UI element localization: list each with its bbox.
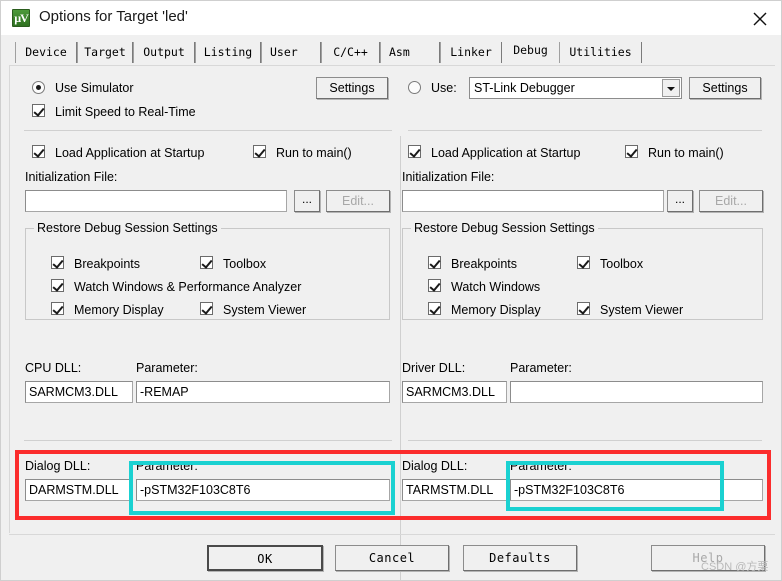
- left-restore-watch-windows-checkbox[interactable]: [51, 279, 64, 292]
- right-restore-watch-windows-label: Watch Windows: [451, 280, 541, 294]
- cpu-parameter-input[interactable]: -REMAP: [136, 381, 390, 403]
- right-restore-session-title: Restore Debug Session Settings: [411, 221, 598, 235]
- right-edit-button[interactable]: Edit...: [699, 190, 763, 212]
- right-dialog-dll-label: Dialog DLL:: [402, 459, 468, 473]
- limit-speed-checkbox[interactable]: [32, 104, 45, 117]
- right-run-to-main-checkbox[interactable]: [625, 145, 638, 158]
- debugger-select[interactable]: ST-Link Debugger: [469, 77, 682, 99]
- left-load-application-label: Load Application at Startup: [55, 146, 205, 160]
- left-dialog-dll-label: Dialog DLL:: [25, 459, 91, 473]
- footer-separator: [9, 534, 775, 535]
- right-browse-button[interactable]: ...: [667, 190, 693, 212]
- right-restore-memory-display-label: Memory Display: [451, 303, 541, 317]
- right-restore-memory-display-checkbox[interactable]: [428, 302, 441, 315]
- left-init-file-label: Initialization File:: [25, 170, 118, 184]
- use-debugger-label: Use:: [431, 81, 457, 95]
- left-separator: [24, 130, 392, 131]
- right-separator: [408, 130, 762, 131]
- right-restore-breakpoints-checkbox[interactable]: [428, 256, 441, 269]
- cpu-dll-label: CPU DLL:: [25, 361, 82, 375]
- right-restore-toolbox-checkbox[interactable]: [577, 256, 590, 269]
- csdn-watermark: CSDN @方栗: [701, 561, 769, 573]
- title-bar: µV Options for Target 'led': [1, 1, 781, 36]
- left-settings-button[interactable]: Settings: [316, 77, 388, 99]
- chevron-down-icon[interactable]: [662, 79, 680, 97]
- left-restore-system-viewer-checkbox[interactable]: [200, 302, 213, 315]
- limit-speed-label: Limit Speed to Real-Time: [55, 105, 196, 119]
- tab-output[interactable]: Output: [133, 42, 195, 63]
- right-separator-2: [408, 440, 762, 441]
- driver-dll-input[interactable]: SARMCM3.DLL: [402, 381, 507, 403]
- right-restore-system-viewer-label: System Viewer: [600, 303, 684, 317]
- driver-parameter-input[interactable]: [510, 381, 763, 403]
- right-init-file-input[interactable]: [402, 190, 664, 212]
- tab-user[interactable]: User: [261, 42, 321, 63]
- left-restore-system-viewer-label: System Viewer: [223, 303, 307, 317]
- left-edit-button[interactable]: Edit...: [326, 190, 390, 212]
- cancel-button[interactable]: Cancel: [335, 545, 449, 571]
- right-init-file-label: Initialization File:: [402, 170, 495, 184]
- close-icon: [753, 12, 767, 26]
- left-run-to-main-label: Run to main(): [276, 146, 352, 160]
- left-dialog-parameter-input[interactable]: -pSTM32F103C8T6: [136, 479, 390, 501]
- left-browse-button[interactable]: ...: [294, 190, 320, 212]
- left-init-file-input[interactable]: [25, 190, 287, 212]
- debug-tab-panel: Use Simulator Settings Limit Speed to Re…: [9, 65, 775, 580]
- left-restore-watch-windows-label: Watch Windows & Performance Analyzer: [74, 280, 302, 294]
- left-load-application-checkbox[interactable]: [32, 145, 45, 158]
- right-dialog-parameter-input[interactable]: -pSTM32F103C8T6: [510, 479, 763, 501]
- use-simulator-radio[interactable]: [32, 81, 45, 94]
- right-restore-breakpoints-label: Breakpoints: [451, 257, 518, 271]
- left-restore-memory-display-checkbox[interactable]: [51, 302, 64, 315]
- right-settings-button[interactable]: Settings: [689, 77, 761, 99]
- left-restore-breakpoints-checkbox[interactable]: [51, 256, 64, 269]
- left-restore-memory-display-label: Memory Display: [74, 303, 164, 317]
- tab-cpp[interactable]: C/C++: [321, 42, 380, 63]
- tab-target[interactable]: Target: [77, 42, 133, 63]
- use-debugger-radio[interactable]: [408, 81, 421, 94]
- right-restore-watch-windows-checkbox[interactable]: [428, 279, 441, 292]
- left-restore-breakpoints-label: Breakpoints: [74, 257, 141, 271]
- driver-dll-label: Driver DLL:: [402, 361, 466, 375]
- right-load-application-label: Load Application at Startup: [431, 146, 581, 160]
- options-for-target-dialog: µV Options for Target 'led' Device Targe…: [0, 0, 782, 581]
- cpu-parameter-label: Parameter:: [136, 361, 198, 375]
- tab-strip: Device Target Output Listing User C/C++ …: [1, 35, 781, 65]
- right-dialog-parameter-label: Parameter:: [510, 459, 572, 473]
- debugger-select-value: ST-Link Debugger: [474, 81, 575, 95]
- window-title: Options for Target 'led': [39, 8, 188, 25]
- right-run-to-main-label: Run to main(): [648, 146, 724, 160]
- tab-listing[interactable]: Listing: [195, 42, 261, 63]
- left-separator-2: [24, 440, 392, 441]
- cpu-dll-input[interactable]: SARMCM3.DLL: [25, 381, 133, 403]
- right-dialog-dll-input[interactable]: TARMSTM.DLL: [402, 479, 507, 501]
- pane-divider: [400, 136, 401, 580]
- close-button[interactable]: [737, 1, 781, 34]
- driver-parameter-label: Parameter:: [510, 361, 572, 375]
- left-run-to-main-checkbox[interactable]: [253, 145, 266, 158]
- tab-utilities[interactable]: Utilities: [559, 42, 642, 63]
- right-restore-system-viewer-checkbox[interactable]: [577, 302, 590, 315]
- uvision-logo-icon: µV: [12, 9, 30, 27]
- left-dialog-parameter-label: Parameter:: [136, 459, 198, 473]
- tab-debug[interactable]: Debug: [502, 39, 559, 64]
- left-dialog-dll-input[interactable]: DARMSTM.DLL: [25, 479, 133, 501]
- right-restore-toolbox-label: Toolbox: [600, 257, 644, 271]
- ok-button[interactable]: OK: [207, 545, 323, 571]
- right-load-application-checkbox[interactable]: [408, 145, 421, 158]
- defaults-button[interactable]: Defaults: [463, 545, 577, 571]
- tab-asm[interactable]: Asm: [380, 42, 440, 63]
- tab-device[interactable]: Device: [15, 42, 77, 63]
- tab-linker[interactable]: Linker: [440, 42, 502, 63]
- left-restore-session-title: Restore Debug Session Settings: [34, 221, 221, 235]
- left-restore-toolbox-label: Toolbox: [223, 257, 267, 271]
- left-restore-toolbox-checkbox[interactable]: [200, 256, 213, 269]
- use-simulator-label: Use Simulator: [55, 81, 134, 95]
